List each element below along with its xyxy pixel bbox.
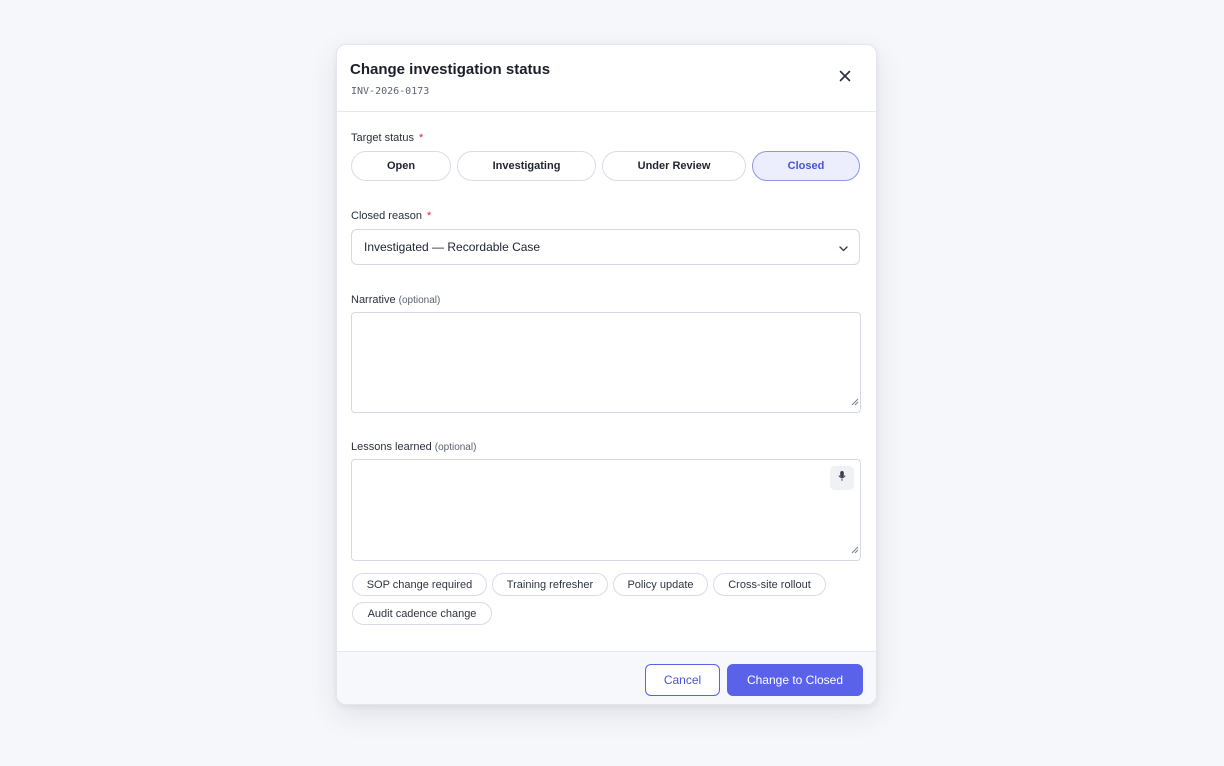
status-option-open[interactable]: Open bbox=[351, 151, 451, 181]
closed-reason-label-text: Closed reason bbox=[351, 210, 422, 222]
suggestion-chip[interactable]: Cross-site rollout bbox=[713, 573, 826, 596]
narrative-label: Narrative (optional) bbox=[351, 294, 440, 306]
change-status-modal: Change investigation status INV-2026-017… bbox=[336, 44, 877, 705]
suggestion-chip[interactable]: Audit cadence change bbox=[352, 602, 492, 625]
target-status-label-text: Target status bbox=[351, 132, 414, 144]
resize-handle-icon[interactable] bbox=[850, 541, 859, 559]
lessons-learned-textarea[interactable] bbox=[351, 459, 861, 561]
modal-header: Change investigation status INV-2026-017… bbox=[337, 45, 876, 112]
status-option-investigating[interactable]: Investigating bbox=[457, 151, 596, 181]
closed-reason-select[interactable]: Investigated — Recordable Case bbox=[351, 229, 860, 265]
closed-reason-label: Closed reason * bbox=[351, 210, 431, 222]
submit-button[interactable]: Change to Closed bbox=[727, 664, 863, 696]
chevron-down-icon bbox=[838, 241, 849, 259]
narrative-textarea[interactable] bbox=[351, 312, 861, 413]
required-mark: * bbox=[418, 132, 424, 144]
microphone-icon bbox=[837, 469, 847, 487]
modal-footer: Cancel Change to Closed bbox=[337, 651, 876, 704]
cancel-button[interactable]: Cancel bbox=[645, 664, 720, 696]
close-button[interactable] bbox=[834, 65, 856, 87]
optional-hint: (optional) bbox=[434, 442, 477, 453]
suggestion-chip[interactable]: Policy update bbox=[613, 573, 708, 596]
required-mark: * bbox=[426, 210, 432, 222]
resize-handle-icon[interactable] bbox=[850, 393, 859, 411]
modal-title: Change investigation status bbox=[350, 61, 551, 78]
lessons-learned-label: Lessons learned (optional) bbox=[351, 441, 476, 453]
status-option-closed[interactable]: Closed bbox=[752, 151, 860, 181]
narrative-label-text: Narrative bbox=[351, 294, 396, 306]
close-icon bbox=[839, 70, 851, 82]
suggestion-chip[interactable]: Training refresher bbox=[492, 573, 608, 596]
status-option-under-review[interactable]: Under Review bbox=[602, 151, 746, 181]
optional-hint: (optional) bbox=[398, 295, 441, 306]
lessons-learned-label-text: Lessons learned bbox=[351, 441, 432, 453]
dictation-button[interactable] bbox=[830, 466, 854, 490]
closed-reason-value: Investigated — Recordable Case bbox=[364, 240, 541, 254]
investigation-id: INV-2026-0173 bbox=[351, 86, 430, 97]
suggestion-chip[interactable]: SOP change required bbox=[352, 573, 487, 596]
target-status-label: Target status * bbox=[351, 132, 423, 144]
